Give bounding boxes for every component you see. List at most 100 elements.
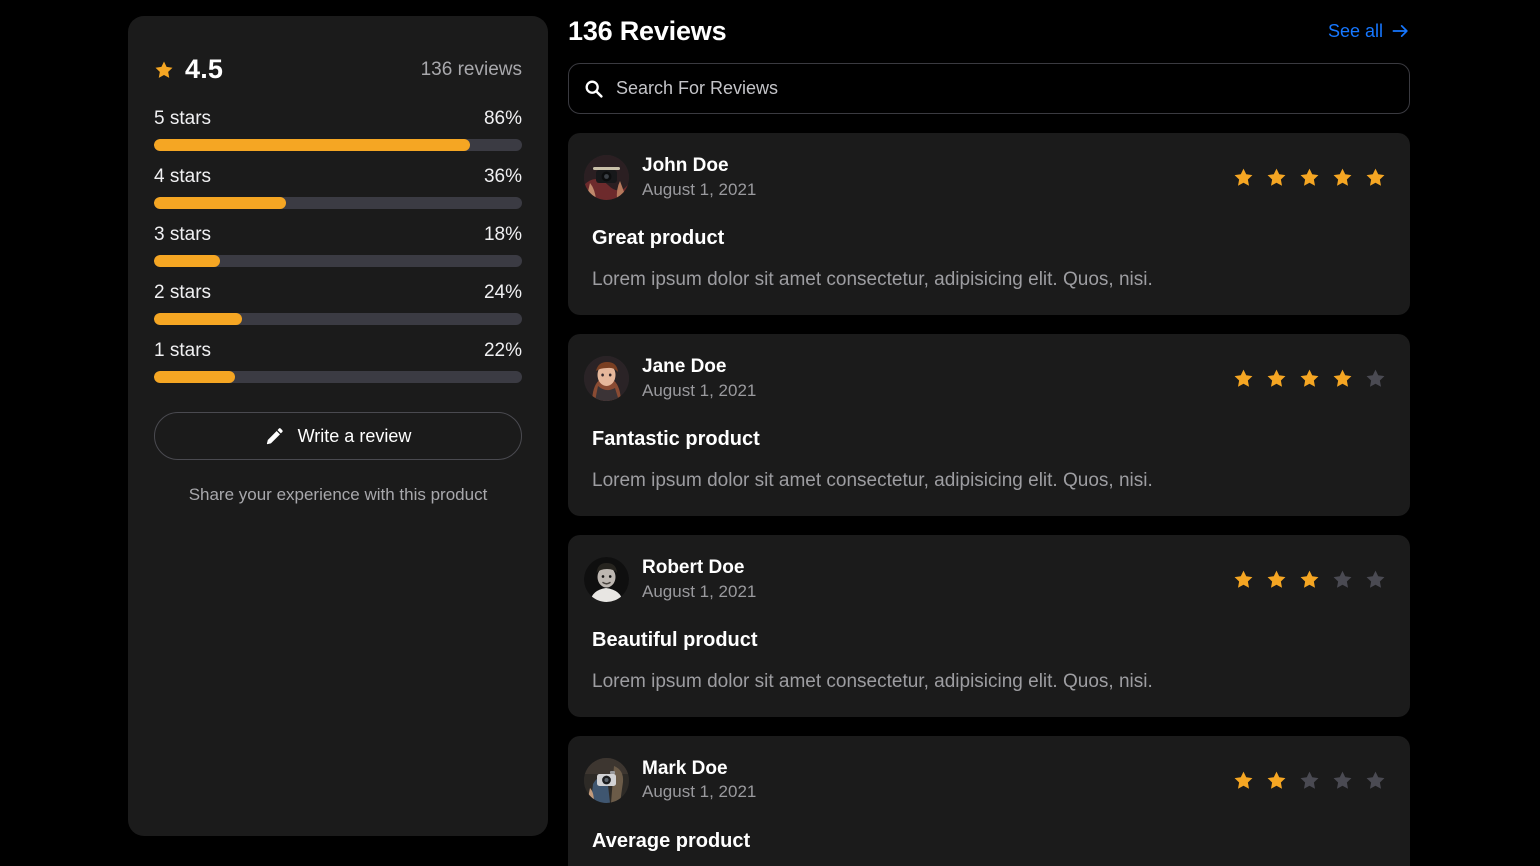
pencil-icon bbox=[266, 428, 283, 445]
rating-bar-row: 4 stars 36% bbox=[154, 166, 522, 209]
review-card-header: John Doe August 1, 2021 bbox=[584, 155, 1386, 201]
star-filled-icon[interactable] bbox=[1365, 167, 1386, 188]
review-card-header: Jane Doe August 1, 2021 bbox=[584, 356, 1386, 402]
star-filled-icon[interactable] bbox=[1233, 770, 1254, 791]
star-empty-icon[interactable] bbox=[1365, 770, 1386, 791]
avatar bbox=[584, 557, 629, 603]
review-list: John Doe August 1, 2021 Great product Lorem… bbox=[568, 133, 1410, 866]
review-date: August 1, 2021 bbox=[642, 380, 757, 400]
rating-bar-label: 5 stars bbox=[154, 108, 212, 129]
star-filled-icon[interactable] bbox=[1266, 368, 1287, 389]
star-empty-icon[interactable] bbox=[1365, 368, 1386, 389]
rating-summary-panel: 4.5 136 reviews 5 stars 86% 4 stars 36% 3 st… bbox=[128, 16, 548, 836]
write-a-review-label: Write a review bbox=[297, 425, 412, 446]
reviews-page: 4.5 136 reviews 5 stars 86% 4 stars 36% 3 st… bbox=[0, 0, 1540, 866]
reviews-header: 136 Reviews See all bbox=[568, 0, 1410, 50]
reviewer-identity: Mark Doe August 1, 2021 bbox=[584, 758, 756, 804]
share-experience-note: Share your experience with this product bbox=[188, 485, 488, 504]
review-star-rating[interactable] bbox=[1233, 368, 1386, 389]
star-empty-icon[interactable] bbox=[1365, 569, 1386, 590]
rating-bar-row: 5 stars 86% bbox=[154, 108, 522, 151]
review-card[interactable]: Robert Doe August 1, 2021 Beautiful produc… bbox=[568, 534, 1410, 717]
review-date: August 1, 2021 bbox=[642, 782, 757, 802]
review-title: Fantastic product bbox=[592, 427, 760, 450]
reviewer-meta: Jane Doe August 1, 2021 bbox=[642, 356, 756, 402]
rating-bar-label: 4 stars bbox=[154, 166, 212, 187]
rating-bar-track bbox=[154, 255, 522, 267]
review-date: August 1, 2021 bbox=[642, 581, 757, 601]
star-filled-icon[interactable] bbox=[1299, 167, 1320, 188]
rating-bar-row: 1 stars 22% bbox=[154, 340, 522, 383]
star-empty-icon[interactable] bbox=[1332, 770, 1353, 791]
review-body: Lorem ipsum dolor sit amet consectetur, … bbox=[592, 469, 1153, 491]
review-title: Beautiful product bbox=[592, 628, 758, 651]
see-all-link[interactable]: See all bbox=[1328, 21, 1410, 42]
review-card[interactable]: John Doe August 1, 2021 Great product Lorem… bbox=[568, 133, 1410, 315]
rating-breakdown-list: 5 stars 86% 4 stars 36% 3 stars 18% 2 stars 24%… bbox=[154, 108, 522, 383]
star-filled-icon[interactable] bbox=[1233, 368, 1254, 389]
rating-bar-fill bbox=[154, 139, 471, 151]
star-filled-icon[interactable] bbox=[1233, 569, 1254, 590]
rating-bar-percent: 18% bbox=[483, 224, 522, 245]
star-filled-icon[interactable] bbox=[1299, 569, 1320, 590]
reviewer-name: John Doe bbox=[642, 155, 729, 176]
review-card-header: Robert Doe August 1, 2021 bbox=[584, 557, 1386, 603]
review-card[interactable]: Jane Doe August 1, 2021 Fantastic product L… bbox=[568, 333, 1410, 516]
review-body: Lorem ipsum dolor sit amet consectetur, … bbox=[592, 268, 1153, 290]
reviewer-name: Jane Doe bbox=[642, 355, 727, 377]
review-star-rating[interactable] bbox=[1233, 770, 1386, 791]
rating-bar-percent: 24% bbox=[483, 282, 522, 303]
star-filled-icon[interactable] bbox=[1332, 167, 1353, 188]
see-all-label: See all bbox=[1327, 20, 1383, 41]
rating-bar-fill bbox=[154, 197, 287, 209]
rating-bar-row: 2 stars 24% bbox=[154, 282, 522, 325]
review-card-header: Mark Doe August 1, 2021 bbox=[584, 758, 1386, 804]
summary-header: 4.5 136 reviews bbox=[154, 50, 522, 88]
rating-bar-track bbox=[154, 139, 522, 151]
rating-bar-track bbox=[154, 197, 522, 209]
review-star-rating[interactable] bbox=[1233, 569, 1386, 590]
star-filled-icon[interactable] bbox=[1332, 368, 1353, 389]
avatar bbox=[584, 155, 629, 201]
reviewer-meta: John Doe August 1, 2021 bbox=[642, 155, 756, 201]
reviewer-name: Mark Doe bbox=[642, 757, 728, 779]
star-filled-icon[interactable] bbox=[1266, 770, 1287, 791]
review-card[interactable]: Mark DoeAugust 1, 2021Average productLor… bbox=[568, 735, 1410, 866]
star-empty-icon[interactable] bbox=[1332, 569, 1353, 590]
reviewer-meta: Robert Doe August 1, 2021 bbox=[642, 557, 756, 603]
rating-bar-row: 3 stars 18% bbox=[154, 224, 522, 267]
reviewer-identity: Robert Doe August 1, 2021 bbox=[584, 557, 756, 603]
star-filled-icon[interactable] bbox=[1233, 167, 1254, 188]
review-date: August 1, 2021 bbox=[642, 179, 757, 199]
rating-bar-fill bbox=[154, 255, 221, 267]
star-filled-icon[interactable] bbox=[1266, 167, 1287, 188]
rating-value: 4.5 bbox=[185, 53, 224, 84]
rating-bar-percent: 22% bbox=[483, 340, 522, 361]
rating-bar-percent: 86% bbox=[483, 108, 522, 129]
rating-bar-track bbox=[154, 313, 522, 325]
star-filled-icon[interactable] bbox=[1266, 569, 1287, 590]
rating-bar-fill bbox=[154, 371, 235, 383]
rating-bar-labels: 5 stars 86% bbox=[154, 108, 522, 130]
rating-bar-label: 2 stars bbox=[154, 282, 212, 303]
rating-bar-labels: 2 stars 24% bbox=[154, 282, 522, 304]
page-title: 136 Reviews bbox=[568, 15, 727, 46]
star-filled-icon[interactable] bbox=[1299, 368, 1320, 389]
reviews-column: 136 Reviews See all John Doe August 1, 20… bbox=[568, 0, 1410, 866]
rating-bar-labels: 3 stars 18% bbox=[154, 224, 522, 246]
avatar bbox=[584, 356, 629, 402]
search-bar[interactable] bbox=[568, 63, 1410, 114]
review-star-rating[interactable] bbox=[1233, 167, 1386, 188]
rating-bar-label: 1 stars bbox=[154, 340, 212, 361]
reviewer-identity: John Doe August 1, 2021 bbox=[584, 155, 756, 201]
reviewer-name: Robert Doe bbox=[642, 556, 745, 578]
average-rating: 4.5 bbox=[154, 53, 224, 84]
rating-bar-track bbox=[154, 371, 522, 383]
star-empty-icon[interactable] bbox=[1299, 770, 1320, 791]
search-input[interactable] bbox=[616, 78, 1395, 99]
review-title: Average product bbox=[592, 829, 751, 852]
review-title: Great product bbox=[592, 226, 725, 249]
write-a-review-button[interactable]: Write a review bbox=[154, 412, 522, 460]
avatar bbox=[584, 758, 629, 804]
rating-bar-percent: 36% bbox=[483, 166, 522, 187]
